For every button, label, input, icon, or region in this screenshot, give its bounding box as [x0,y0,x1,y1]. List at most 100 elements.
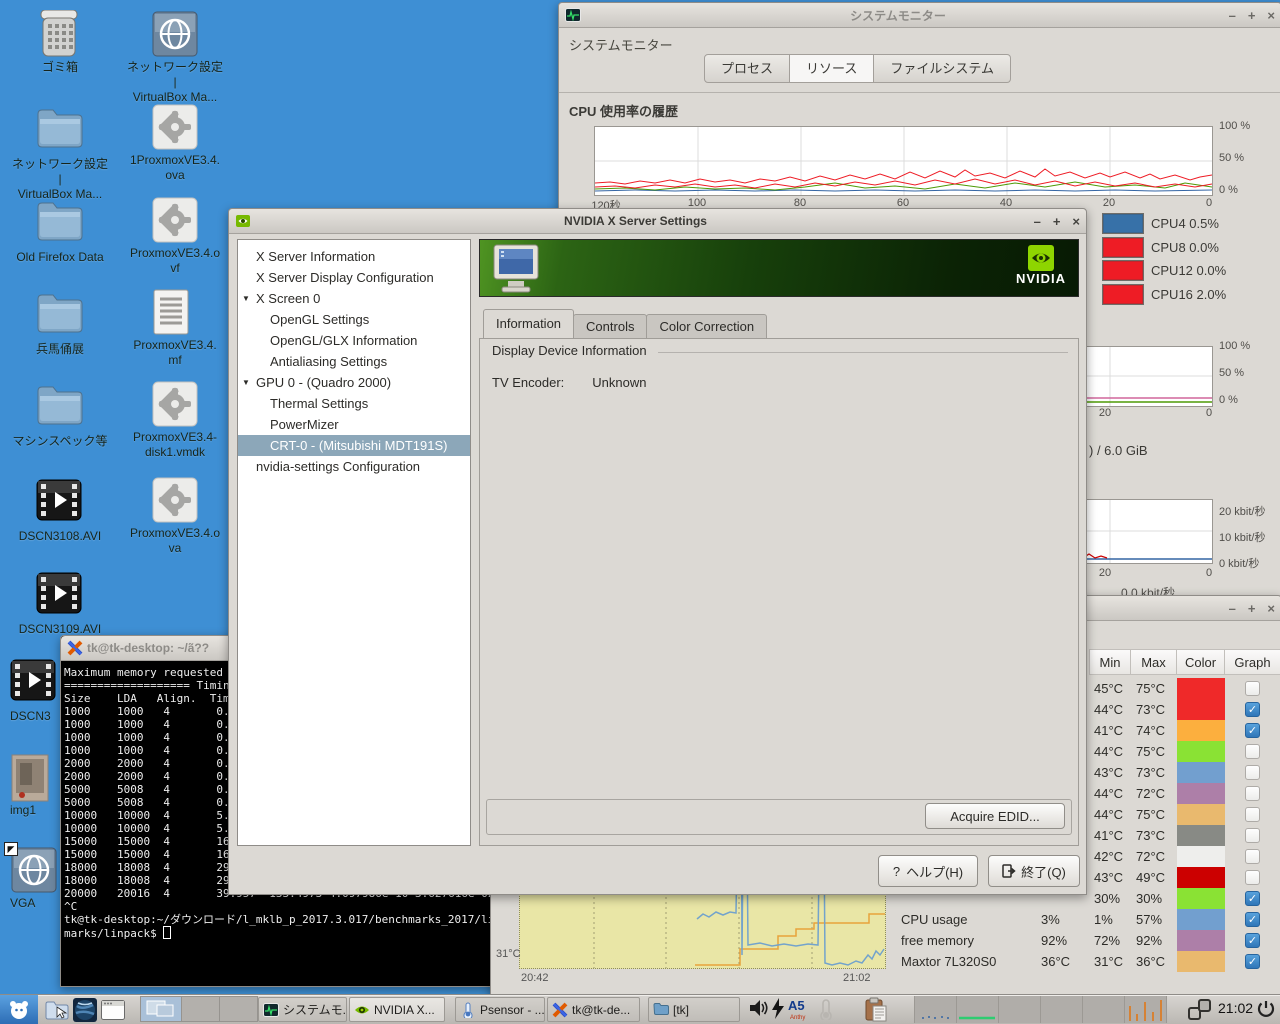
nav-item-6[interactable]: ▼GPU 0 - (Quadro 2000) [238,372,470,393]
close-icon[interactable]: × [1072,215,1080,228]
psensor-tray-icon[interactable] [818,998,834,1020]
column-header-min[interactable]: Min [1089,649,1131,675]
tab-information[interactable]: Information [483,309,574,339]
logout-button[interactable] [1256,999,1276,1019]
desktop-icon-1-1[interactable]: 1ProxmoxVE3.4. ova [125,103,225,183]
monitor-applet-3[interactable] [998,996,1040,1023]
desktop-icon-1-5[interactable]: ProxmoxVE3.4.o va [125,476,225,556]
nav-item-2[interactable]: ▼X Screen 0 [238,288,470,309]
help-button[interactable]: ?ヘルプ(H) [878,855,978,887]
graph-checkbox[interactable] [1245,765,1260,780]
desktop-icon-0-3[interactable]: 兵馬俑展 [10,288,110,357]
task-button-2[interactable]: Psensor - ... [455,997,545,1022]
graph-checkbox[interactable]: ✓ [1245,954,1260,969]
nav-item-9[interactable]: CRT-0 - (Mitsubishi MDT191S) [238,435,470,456]
y-tick-label: 50 % [1219,367,1244,379]
expander-icon[interactable]: ▼ [242,288,250,309]
tab-ファイルシステム[interactable]: ファイルシステム [874,54,1011,83]
maximize-icon[interactable]: + [1248,602,1256,615]
maximize-icon[interactable]: + [1053,215,1061,228]
file-manager-launcher[interactable] [44,997,70,1022]
workspace-switch-tray-icon[interactable] [1188,999,1212,1021]
nav-item-7[interactable]: Thermal Settings [238,393,470,414]
nav-item-10[interactable]: nvidia-settings Configuration [238,456,470,477]
desktop-icon-1-2[interactable]: ProxmoxVE3.4.o vf [125,196,225,276]
graph-checkbox[interactable] [1245,849,1260,864]
nav-item-0[interactable]: X Server Information [238,246,470,267]
quit-button[interactable]: 終了(Q) [988,855,1080,887]
minimize-icon[interactable]: – [1034,215,1041,228]
graph-checkbox[interactable]: ✓ [1245,723,1260,738]
graph-checkbox-wrap: ✓ [1225,720,1280,741]
monitor-applet-memory[interactable] [956,996,998,1023]
minimize-icon[interactable]: – [1229,9,1236,22]
workspace-3[interactable] [220,996,258,1022]
maximize-icon[interactable]: + [1248,9,1256,22]
tab-プロセス[interactable]: プロセス [704,54,790,83]
column-header-color[interactable]: Color [1177,649,1225,675]
workspace-2[interactable] [182,996,220,1022]
task-button-3[interactable]: tk@tk-de... [547,997,640,1022]
monitor-applet-5[interactable] [1082,996,1124,1023]
graph-checkbox[interactable] [1245,807,1260,822]
expander-icon[interactable]: ▼ [242,372,250,393]
sensor-value: 3% [1036,909,1091,930]
volume-tray-icon[interactable] [748,998,768,1018]
graph-checkbox[interactable]: ✓ [1245,912,1260,927]
desktop-icon-label: ProxmoxVE3.4.o vf [125,246,225,276]
web-browser-launcher[interactable] [72,997,98,1022]
monitor-applet-4[interactable] [1040,996,1082,1023]
column-header-max[interactable]: Max [1131,649,1177,675]
nav-item-3[interactable]: OpenGL Settings [238,309,470,330]
nvidia-titlebar[interactable]: NVIDIA X Server Settings –+× [229,209,1086,234]
system-monitor-titlebar[interactable]: システムモニター –+× [559,3,1280,28]
desktop-icon-0-6[interactable]: DSCN3109.AVI [10,569,110,637]
graph-checkbox-wrap: ✓ [1225,699,1280,720]
graph-checkbox[interactable] [1245,786,1260,801]
acquire-edid-button[interactable]: Acquire EDID... [925,803,1065,829]
sensor-row-11[interactable]: CPU usage3%1%57%✓ [889,909,1280,930]
desktop-icon-0-0[interactable]: ゴミ箱 [10,10,110,75]
monitor-applet-cpu[interactable] [914,996,956,1023]
column-header-graph[interactable]: Graph [1225,649,1280,675]
graph-checkbox[interactable]: ✓ [1245,891,1260,906]
tab-color-correction[interactable]: Color Correction [646,314,767,339]
monitor-applet-net[interactable] [1124,996,1167,1023]
desktop-icon-0-5[interactable]: DSCN3108.AVI [10,476,110,544]
film-icon [36,479,84,527]
nav-item-8[interactable]: PowerMizer [238,414,470,435]
graph-checkbox[interactable] [1245,828,1260,843]
task-button-0[interactable]: システムモ... [258,997,347,1022]
minimize-icon[interactable]: – [1229,602,1236,615]
graph-checkbox[interactable] [1245,681,1260,696]
clipboard-tray-icon[interactable] [864,997,888,1022]
nav-item-5[interactable]: Antialiasing Settings [238,351,470,372]
close-icon[interactable]: × [1267,9,1275,22]
tab-リソース[interactable]: リソース [790,54,874,83]
tab-controls[interactable]: Controls [573,314,647,339]
graph-checkbox[interactable] [1245,744,1260,759]
desktop-icon-0-4[interactable]: マシンスペック等 [10,380,110,449]
clock[interactable]: 21:02 [1218,1000,1253,1016]
graph-checkbox[interactable] [1245,870,1260,885]
desktop-icon-0-2[interactable]: Old Firefox Data [10,196,110,265]
nav-item-1[interactable]: X Server Display Configuration [238,267,470,288]
task-button-4[interactable]: [tk] [648,997,740,1022]
desktop-icon-1-0[interactable]: ネットワーク設定 | VirtualBox Ma... [125,10,225,105]
graph-checkbox[interactable]: ✓ [1245,702,1260,717]
power-manager-tray-icon[interactable] [771,998,785,1019]
graph-checkbox[interactable]: ✓ [1245,933,1260,948]
workspace-1[interactable] [140,996,182,1022]
nav-item-4[interactable]: OpenGL/GLX Information [238,330,470,351]
sensor-row-13[interactable]: Maxtor 7L320S036°C31°C36°C✓ [889,951,1280,972]
task-button-1[interactable]: NVIDIA X... [349,997,445,1022]
app-finder-launcher[interactable] [100,997,126,1022]
applications-menu-button[interactable] [0,995,38,1024]
close-icon[interactable]: × [1267,602,1275,615]
desktop-icon-1-3[interactable]: ProxmoxVE3.4. mf [125,288,225,368]
sensor-row-12[interactable]: free memory92%72%92%✓ [889,930,1280,951]
input-method-tray-icon[interactable]: A5Anthy [788,998,812,1020]
desktop-icon-0-1[interactable]: ネットワーク設定 | VirtualBox Ma... [10,103,110,202]
desktop-icon-1-4[interactable]: ProxmoxVE3.4- disk1.vmdk [125,380,225,460]
legend-swatch [1103,214,1143,233]
